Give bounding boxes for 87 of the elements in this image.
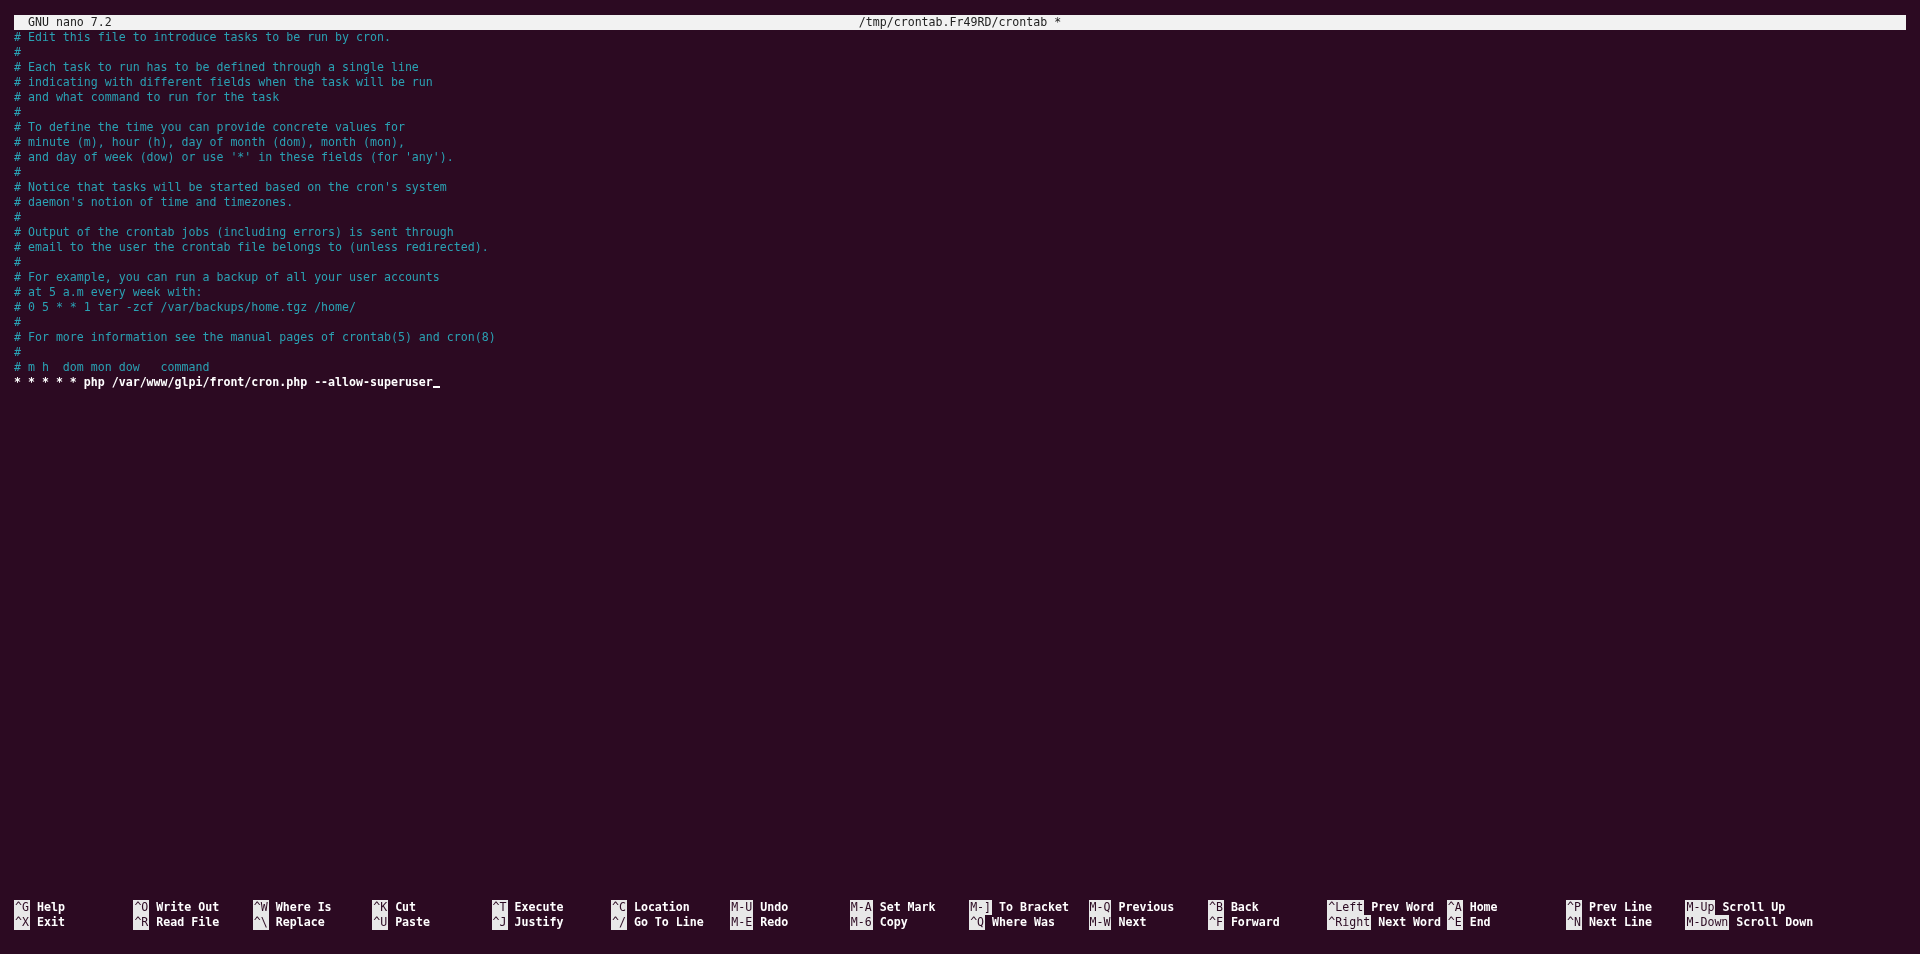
shortcut-label: Scroll Up [1722,900,1786,915]
command-line: * * * * * php /var/www/glpi/front/cron.php --allow-superuser [14,375,433,390]
comment-line: # For more information see the manual pages of crontab(5) and cron(8) [14,330,496,345]
shortcut-label: Next [1118,915,1147,930]
shortcut-key: M-W [1088,915,1112,930]
shortcut-key: M-U [730,900,754,915]
comment-line: # Each task to run has to be defined through a single line [14,60,419,75]
shortcut-key: ^Left [1327,900,1365,915]
shortcut-key: M-Q [1088,900,1112,915]
shortcut-label: Set Mark [879,900,936,915]
comment-line: # To define the time you can provide concrete values for [14,120,405,135]
comment-line: # [14,345,21,360]
shortcut-key: ^K [372,900,389,915]
comment-line: # [14,315,21,330]
comment-line: # and day of week (dow) or use '*' in these fields (for 'any'). [14,150,454,165]
shortcut-key: ^U [372,915,389,930]
shortcut-label: Replace [275,915,325,930]
shortcut-label: Location [633,900,690,915]
shortcut-label: Justify [514,915,564,930]
shortcut-key: ^T [491,900,508,915]
shortcut-label: Paste [395,915,431,930]
comment-line: # indicating with different fields when the task will be run [14,75,433,90]
shortcut-key: ^X [14,915,30,930]
text-cursor [432,386,440,388]
shortcut-label: Redo [760,915,789,930]
shortcut-key: ^P [1566,900,1583,915]
comment-line: # email to the user the crontab file belongs to (unless redirected). [14,240,489,255]
comment-line: # [14,210,21,225]
shortcut-key: ^J [491,915,508,930]
shortcut-key: ^W [252,900,269,915]
comment-line: # m h dom mon dow command [14,360,210,375]
shortcut-label: Help [36,900,65,915]
comment-line: # Output of the crontab jobs (including errors) is sent through [14,225,454,240]
app-version: GNU nano 7.2 [28,15,112,30]
shortcut-key: M-E [730,915,754,930]
shortcut-label: Previous [1118,900,1175,915]
shortcut-label: Forward [1230,915,1280,930]
shortcut-key: ^E [1446,915,1463,930]
shortcut-key: ^F [1207,915,1224,930]
shortcut-key: M-A [849,900,873,915]
shortcut-key: ^R [133,915,150,930]
shortcut-key: ^G [14,900,30,915]
shortcut-key: ^N [1566,915,1583,930]
shortcut-label: Copy [879,915,908,930]
comment-line: # minute (m), hour (h), day of month (dom), month (mon), [14,135,405,150]
shortcut-key: ^Q [969,915,986,930]
shortcut-label: Next Word [1378,915,1441,930]
shortcut-label: Where Was [992,915,1055,930]
shortcut-label: Prev Word [1371,900,1435,915]
shortcut-label: Execute [514,900,564,915]
comment-line: # Edit this file to introduce tasks to be run by cron. [14,30,391,45]
comment-line: # and what command to run for the task [14,90,280,105]
shortcut-key: M-6 [849,915,873,930]
shortcut-key: ^Right [1327,915,1372,930]
shortcut-label: Cut [395,900,417,915]
shortcut-key: ^C [610,900,627,915]
shortcut-key: ^O [133,900,150,915]
shortcut-key: M-] [969,900,993,915]
comment-line: # [14,165,21,180]
shortcut-label: Next Line [1589,915,1652,930]
comment-line: # For example, you can run a backup of all your user accounts [14,270,440,285]
shortcut-label: Prev Line [1589,900,1652,915]
shortcut-key: ^A [1446,900,1463,915]
comment-line: # [14,255,21,270]
shortcut-label: To Bracket [999,900,1069,915]
shortcut-label: Read File [156,915,220,930]
shortcut-label: Back [1230,900,1259,915]
shortcut-key: ^\ [252,915,269,930]
shortcut-label: Go To Line [633,915,704,930]
shortcut-label: Undo [760,900,789,915]
shortcut-label: Home [1469,900,1498,915]
shortcut-label: Write Out [156,900,220,915]
file-path: /tmp/crontab.Fr49RD/crontab * [858,15,1062,30]
comment-line: # Notice that tasks will be started based on the cron's system [14,180,447,195]
shortcut-label: Scroll Down [1736,915,1814,930]
comment-line: # at 5 a.m every week with: [14,285,203,300]
comment-line: # daemon's notion of time and timezones. [14,195,294,210]
shortcut-label: Where Is [275,900,332,915]
shortcut-key: ^B [1207,900,1224,915]
shortcut-key: ^/ [610,915,627,930]
shortcut-key: M-Up [1685,900,1716,915]
shortcut-label: End [1469,915,1491,930]
comment-line: # [14,45,21,60]
comment-line: # [14,105,21,120]
shortcut-key: M-Down [1685,915,1730,930]
shortcut-label: Exit [36,915,65,930]
comment-line: # 0 5 * * 1 tar -zcf /var/backups/home.tgz /home/ [14,300,357,315]
